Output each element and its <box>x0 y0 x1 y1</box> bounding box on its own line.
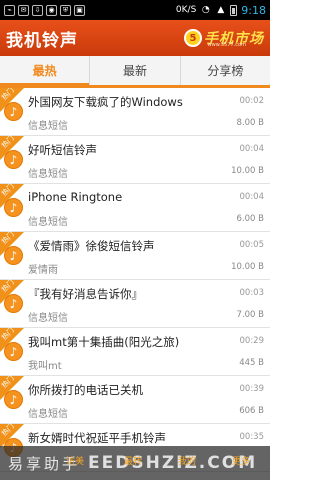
clock: 9:18 <box>241 3 266 17</box>
logo-mark-icon: 5 <box>184 29 202 47</box>
tab-newest[interactable]: 最新 <box>89 56 179 85</box>
item-category: 信息短信 <box>28 169 68 180</box>
message-icon: ✉ <box>18 4 29 16</box>
shield-icon: ⛨ <box>60 4 71 16</box>
item-duration: 00:05 <box>239 240 265 250</box>
item-duration: 00:03 <box>239 288 265 298</box>
item-title: 你所拨打的电话已关机 <box>28 383 143 397</box>
usb-icon: ⌁ <box>4 4 15 16</box>
item-category: 信息短信 <box>28 217 68 228</box>
list-item[interactable]: 热门 ♪ iPhone Ringtone 00:04 信息短信 6.00 B <box>0 182 270 232</box>
bottom-nav-featured[interactable]: 访美 <box>66 454 84 467</box>
item-title: iPhone Ringtone <box>28 190 123 204</box>
tab-hottest[interactable]: 最热 <box>0 56 90 88</box>
item-title: 我叫mt第十集插曲(阳光之旅) <box>28 335 180 349</box>
signal-icon: ▲ <box>217 4 225 15</box>
item-duration: 00:39 <box>239 384 265 394</box>
item-duration: 00:02 <box>239 96 265 106</box>
notification-icons: ⌁ ✉ ⇩ ◉ ⛨ ▣ <box>4 4 85 16</box>
music-note-icon[interactable]: ♪ <box>4 198 23 217</box>
list-item[interactable]: 热门 ♪ 外国网友下载疯了的Windows 00:02 信息短信 8.00 B <box>0 88 270 136</box>
list-item[interactable]: 热门 ♪ 《爱情雨》徐俊短信铃声 00:05 爱情雨 10.00 B <box>0 230 270 280</box>
music-note-icon[interactable]: ♪ <box>4 294 23 313</box>
item-size: 10.00 B <box>231 262 264 272</box>
item-title: 《爱情雨》徐俊短信铃声 <box>28 239 155 253</box>
item-title: 『我有好消息告诉你』 <box>28 287 143 301</box>
item-size: 10.00 B <box>231 166 264 176</box>
item-title: 好听短信铃声 <box>28 143 97 157</box>
item-duration: 00:04 <box>239 144 265 154</box>
list-item[interactable]: 热门 ♪ 『我有好消息告诉你』 00:03 信息短信 7.00 B <box>0 278 270 328</box>
battery-icon <box>230 4 238 16</box>
item-category: 信息短信 <box>28 121 68 132</box>
item-category: 我叫mt <box>28 361 62 372</box>
item-duration: 00:35 <box>239 432 265 442</box>
music-note-icon[interactable]: ♪ <box>4 246 23 265</box>
item-size: 8.00 B <box>236 118 264 128</box>
music-note-icon[interactable]: ♪ <box>4 342 23 361</box>
item-title: 外国网友下载疯了的Windows <box>28 95 183 109</box>
app-root: ⌁ ✉ ⇩ ◉ ⛨ ▣ 0K/S ◔ ▲ 9:18 我机铃声 5 手机市场 ww… <box>0 0 270 480</box>
item-category: 信息短信 <box>28 409 68 420</box>
watermark-bar: 易享助手 EEDSHZIZ.COM 访美 最转 我的 更多 <box>0 446 270 480</box>
download-icon: ⇩ <box>32 4 43 16</box>
logo-url: www.5577.com <box>207 42 246 48</box>
item-duration: 00:04 <box>239 192 265 202</box>
network-speed: 0K/S <box>175 5 197 15</box>
item-category: 爱情雨 <box>28 265 58 276</box>
ringtone-list: 热门 ♪ 外国网友下载疯了的Windows 00:02 信息短信 8.00 B … <box>0 88 270 480</box>
music-note-icon[interactable]: ♪ <box>4 102 23 121</box>
list-item[interactable]: 热门 ♪ 好听短信铃声 00:04 信息短信 10.00 B <box>0 134 270 184</box>
item-size: 6.00 B <box>236 214 264 224</box>
wifi-icon: ◔ <box>201 4 210 15</box>
music-note-icon[interactable]: ♪ <box>4 150 23 169</box>
status-bar: ⌁ ✉ ⇩ ◉ ⛨ ▣ 0K/S ◔ ▲ 9:18 <box>0 0 270 20</box>
item-duration: 00:29 <box>239 336 265 346</box>
tab-bar: 最热 最新 分享榜 <box>0 56 270 88</box>
image-icon: ▣ <box>74 4 85 16</box>
bottom-nav-mine[interactable]: 我的 <box>178 454 196 467</box>
music-note-icon[interactable]: ♪ <box>4 390 23 409</box>
item-title: 新女婿时代祝延平手机铃声 <box>28 431 166 445</box>
status-right: 0K/S ◔ ▲ 9:18 <box>176 4 266 17</box>
app-notify-icon: ◉ <box>46 4 57 16</box>
item-size: 445 B <box>239 358 264 368</box>
list-item[interactable]: 热门 ♪ 我叫mt第十集插曲(阳光之旅) 00:29 我叫mt 445 B <box>0 326 270 376</box>
item-size: 606 B <box>239 406 264 416</box>
bottom-nav-ranking[interactable]: 最转 <box>124 454 142 467</box>
page-title: 我机铃声 <box>6 30 78 51</box>
tab-share-ranking[interactable]: 分享榜 <box>179 56 270 85</box>
app-header: 我机铃声 5 手机市场 www.5577.com <box>0 20 270 56</box>
list-item[interactable]: 热门 ♪ 你所拨打的电话已关机 00:39 信息短信 606 B <box>0 374 270 424</box>
bottom-nav-more[interactable]: 更多 <box>232 454 250 467</box>
item-size: 7.00 B <box>236 310 264 320</box>
item-category: 信息短信 <box>28 313 68 324</box>
